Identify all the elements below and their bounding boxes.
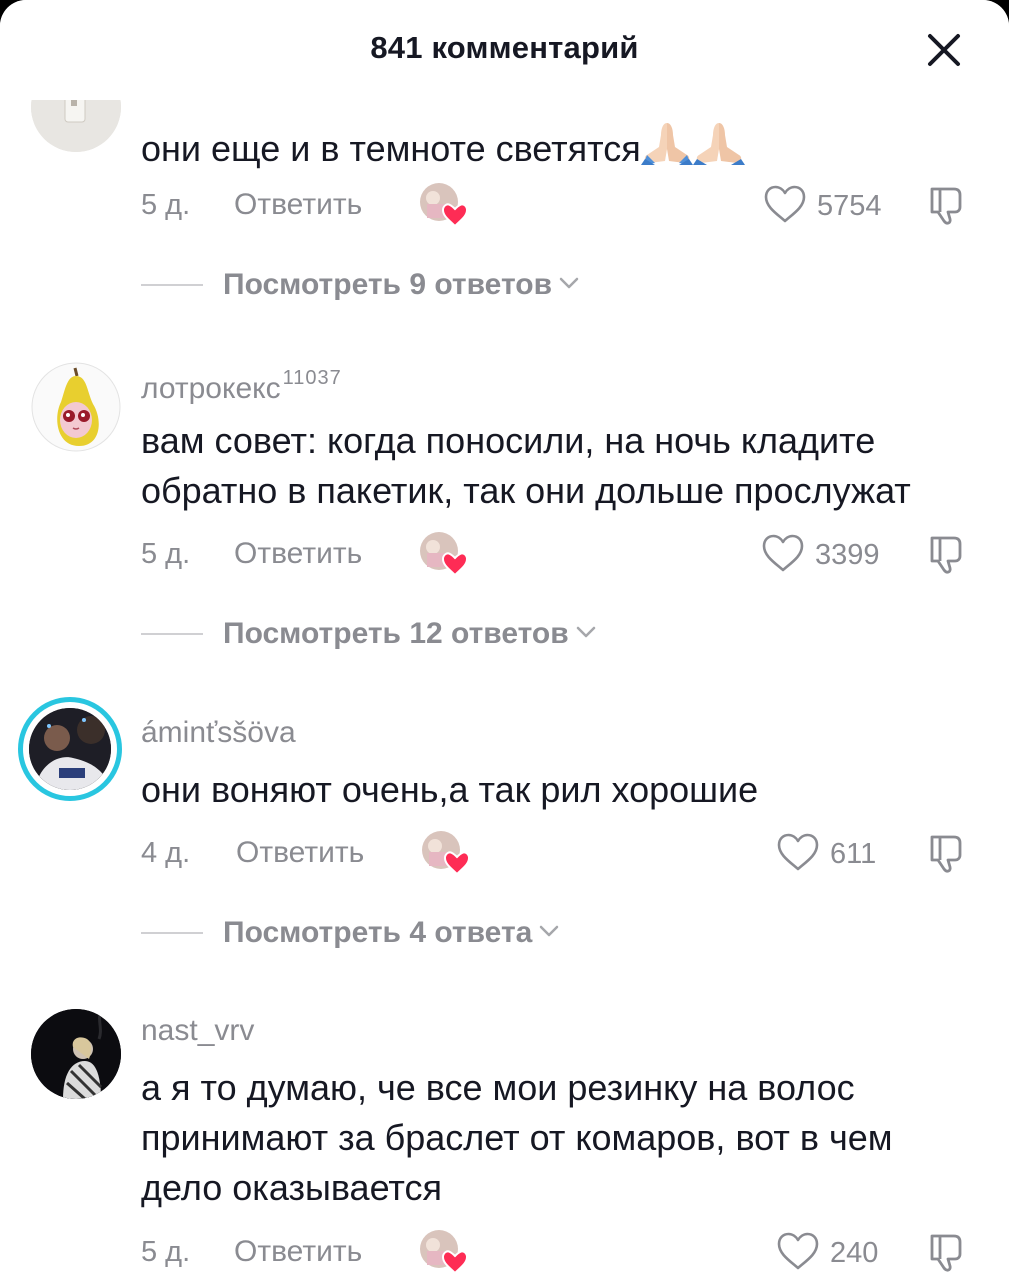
creator-liked-badge: [419, 1229, 469, 1275]
creator-liked-badge: [419, 531, 469, 577]
view-replies-label: Посмотреть 9 ответов: [223, 268, 553, 301]
creator-liked-badge: [421, 830, 471, 876]
like-count: 611: [830, 838, 877, 870]
thumbs-down-icon: [930, 536, 962, 574]
heart-icon: [776, 1231, 820, 1276]
comment-time: 5 д.: [141, 538, 191, 570]
like-count: 5754: [817, 190, 882, 222]
dislike-button[interactable]: [926, 1230, 970, 1274]
comment-time: 5 д.: [141, 189, 191, 221]
dislike-button[interactable]: [926, 532, 970, 576]
dislike-button[interactable]: [926, 831, 970, 875]
reply-button[interactable]: Ответить: [234, 188, 362, 222]
comments-count-title: 841 комментарий: [370, 30, 639, 65]
comment-time: 5 д.: [141, 1236, 191, 1268]
comment-text: вам совет: когда поносили, на ночь клади…: [141, 420, 911, 511]
view-replies-button[interactable]: Посмотреть 9 ответов: [141, 268, 580, 302]
close-button[interactable]: [922, 28, 966, 72]
like-button[interactable]: 5754: [763, 184, 882, 229]
comment-time: 4 д.: [141, 837, 191, 869]
chevron-down-icon: [575, 625, 597, 644]
like-count: 240: [830, 1237, 879, 1269]
comment-username[interactable]: лотрокекс 11037: [141, 367, 342, 406]
comment-text: они еще и в темноте светятся: [141, 119, 991, 178]
comments-header: 841 комментарий: [0, 0, 1009, 100]
comment-text: а я то думаю, че все мои резинку на воло…: [141, 1067, 893, 1208]
dislike-button[interactable]: [926, 183, 970, 227]
view-replies-button[interactable]: Посмотреть 4 ответа: [141, 916, 560, 950]
like-count: 3399: [815, 539, 880, 571]
avatar[interactable]: [31, 362, 121, 452]
chevron-down-icon: [558, 276, 580, 295]
praying-hands-emoji: [640, 119, 745, 178]
reply-button[interactable]: Ответить: [234, 1235, 362, 1269]
divider-line: [141, 932, 203, 934]
comment-text: они воняют очень,а так рил хорошие: [141, 769, 759, 810]
like-button[interactable]: 611: [776, 832, 876, 877]
heart-icon: [761, 533, 805, 578]
close-icon: [928, 34, 960, 66]
creator-liked-badge: [419, 182, 469, 228]
heart-icon: [776, 832, 820, 877]
comment-username[interactable]: nast_vrv: [141, 1014, 254, 1048]
view-replies-label: Посмотреть 4 ответа: [223, 916, 533, 949]
avatar[interactable]: [31, 1009, 121, 1099]
thumbs-down-icon: [930, 1234, 962, 1272]
divider-line: [141, 633, 203, 635]
thumbs-down-icon: [930, 187, 962, 225]
reply-button[interactable]: Ответить: [236, 836, 364, 870]
divider-line: [141, 284, 203, 286]
comments-sheet: они еще и в темноте светятся 5 д. Ответи…: [0, 0, 1009, 1280]
like-button[interactable]: 240: [776, 1231, 878, 1276]
avatar[interactable]: [29, 708, 111, 790]
username-superscript: 11037: [282, 367, 342, 389]
comment-username[interactable]: áminťsšöva: [141, 716, 296, 750]
heart-icon: [763, 184, 807, 229]
view-replies-button[interactable]: Посмотреть 12 ответов: [141, 617, 597, 651]
like-button[interactable]: 3399: [761, 533, 880, 578]
thumbs-down-icon: [930, 835, 962, 873]
view-replies-label: Посмотреть 12 ответов: [223, 617, 569, 650]
reply-button[interactable]: Ответить: [234, 537, 362, 571]
chevron-down-icon: [538, 924, 560, 943]
